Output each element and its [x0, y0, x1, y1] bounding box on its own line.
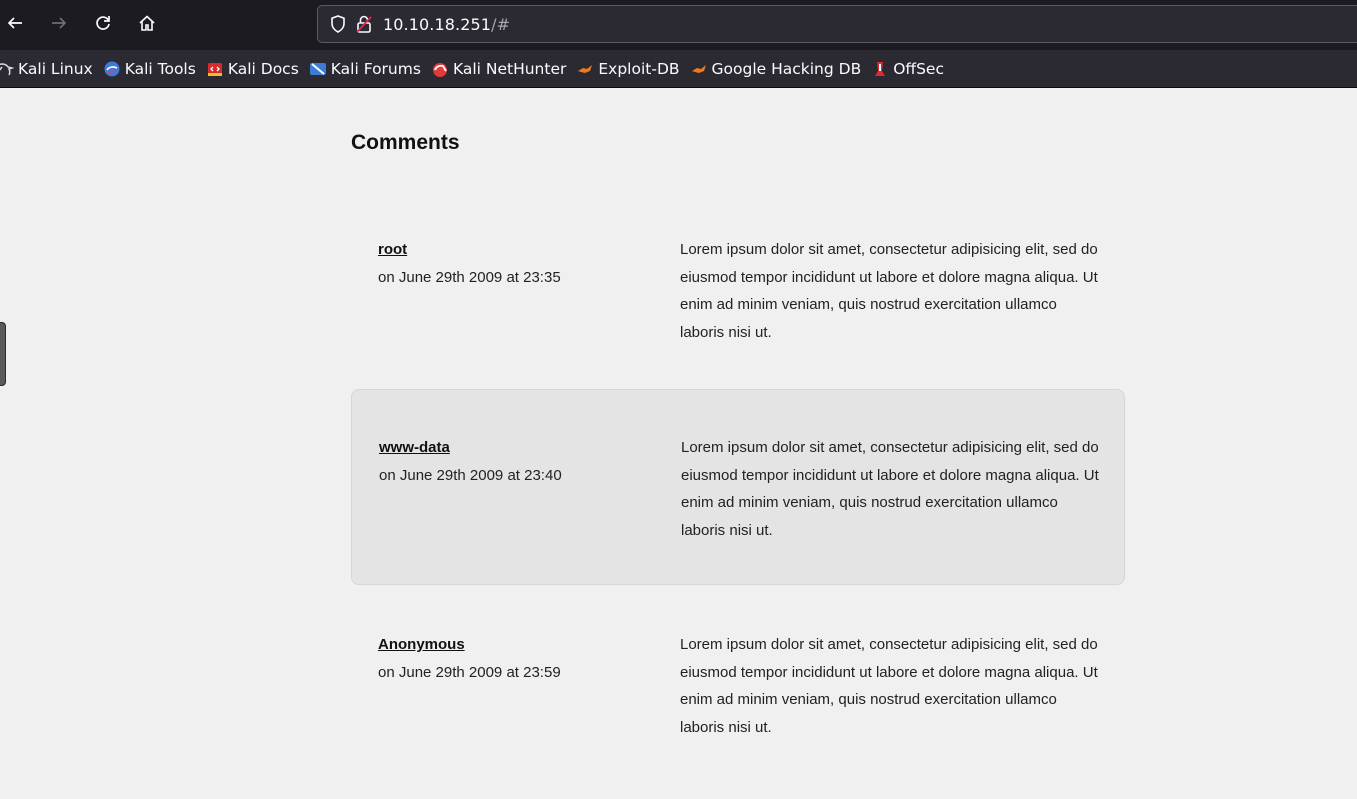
url-text[interactable]: 10.10.18.251/# — [383, 15, 510, 34]
kali-tools-icon — [103, 60, 121, 78]
comment-author-link[interactable]: Anonymous — [378, 636, 465, 653]
home-icon — [139, 15, 155, 31]
bookmark-label: OffSec — [893, 59, 944, 78]
comment-date: on June 29th 2009 at 23:40 — [379, 467, 562, 484]
bookmark-offsec[interactable]: OffSec — [867, 55, 950, 83]
comment-author-link[interactable]: www-data — [379, 439, 450, 456]
bookmark-label: Kali Docs — [227, 59, 299, 78]
kali-nethunter-icon — [431, 60, 449, 78]
kali-forums-icon — [309, 60, 327, 78]
bookmark-kali-linux[interactable]: Kali Linux — [0, 55, 99, 83]
bookmark-label: Kali Forums — [330, 59, 421, 78]
comment-item: Anonymous on June 29th 2009 at 23:59 Lor… — [351, 619, 1125, 799]
comment-body: Lorem ipsum dolor sit amet, consectetur … — [680, 636, 1098, 736]
bookmarks-toolbar: Kali Linux Kali Tools Kali Docs Kali For… — [0, 50, 1357, 88]
offsec-icon — [871, 60, 889, 78]
comment-author-link[interactable]: root — [378, 241, 407, 258]
bookmark-kali-tools[interactable]: Kali Tools — [99, 55, 202, 83]
comment-date: on June 29th 2009 at 23:35 — [378, 269, 561, 286]
url-path: /# — [491, 14, 511, 34]
comment-body: Lorem ipsum dolor sit amet, consectetur … — [680, 241, 1098, 341]
bookmark-label: Kali Linux — [18, 59, 93, 78]
bookmark-google-hacking-db[interactable]: Google Hacking DB — [686, 55, 868, 83]
bookmark-kali-nethunter[interactable]: Kali NetHunter — [427, 55, 572, 83]
forward-arrow-icon — [52, 17, 67, 29]
page-content: Comments root on June 29th 2009 at 23:35… — [0, 89, 1357, 799]
bookmark-label: Kali NetHunter — [452, 59, 567, 78]
browser-toolbar: 10.10.18.251/# — [0, 0, 1357, 50]
bookmark-label: Google Hacking DB — [711, 59, 862, 78]
bookmark-kali-forums[interactable]: Kali Forums — [305, 55, 427, 83]
bookmark-exploit-db[interactable]: Exploit-DB — [572, 55, 685, 83]
bookmark-label: Exploit-DB — [598, 59, 680, 78]
bookmark-label: Kali Tools — [124, 59, 196, 78]
exploit-db-icon — [576, 60, 594, 78]
google-hacking-db-icon — [690, 60, 708, 78]
comment-body: Lorem ipsum dolor sit amet, consectetur … — [681, 439, 1099, 539]
home-button[interactable] — [134, 10, 160, 36]
comments-heading: Comments — [351, 131, 460, 154]
comment-item-highlighted: www-data on June 29th 2009 at 23:40 Lore… — [351, 389, 1125, 585]
bookmark-kali-docs[interactable]: Kali Docs — [202, 55, 305, 83]
kali-docs-icon — [206, 60, 224, 78]
tracking-protection-shield-icon[interactable] — [327, 13, 349, 35]
forward-button[interactable] — [46, 10, 72, 36]
back-button[interactable] — [2, 10, 28, 36]
reload-button[interactable] — [90, 10, 116, 36]
sidebar-toggle-handle[interactable] — [0, 322, 6, 386]
back-arrow-icon — [7, 17, 22, 29]
url-host: 10.10.18.251 — [383, 14, 492, 34]
address-bar[interactable]: 10.10.18.251/# — [317, 5, 1357, 43]
insecure-lock-icon[interactable] — [353, 13, 375, 35]
kali-dragon-icon — [0, 60, 14, 78]
reload-icon — [96, 16, 110, 30]
comment-date: on June 29th 2009 at 23:59 — [378, 664, 561, 681]
